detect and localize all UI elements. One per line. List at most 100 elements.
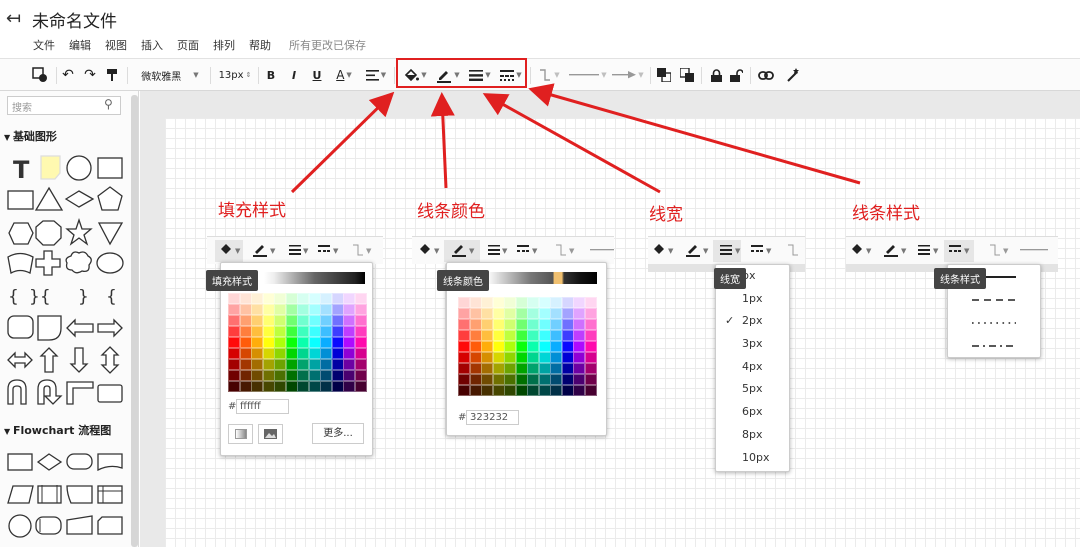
color-swatch[interactable] <box>527 341 539 352</box>
line-hex-input[interactable]: 323232 <box>466 410 519 425</box>
color-swatch[interactable] <box>285 370 298 381</box>
color-swatch[interactable] <box>527 352 539 363</box>
color-swatch[interactable] <box>515 374 528 385</box>
width-option-6px[interactable]: 6px <box>716 401 789 424</box>
width-option-2px[interactable]: ✓ 2px <box>716 310 789 333</box>
color-swatch[interactable] <box>481 330 493 341</box>
color-swatch[interactable] <box>527 385 539 396</box>
color-swatch[interactable] <box>573 330 585 341</box>
color-swatch[interactable] <box>343 359 355 370</box>
color-swatch[interactable] <box>584 297 597 308</box>
color-swatch[interactable] <box>573 363 585 374</box>
color-swatch[interactable] <box>458 330 470 341</box>
color-swatch[interactable] <box>469 330 482 341</box>
color-swatch[interactable] <box>343 337 355 348</box>
color-swatch[interactable] <box>584 341 597 352</box>
color-swatch[interactable] <box>515 319 528 330</box>
color-swatch[interactable] <box>320 348 332 359</box>
color-swatch[interactable] <box>469 374 482 385</box>
color-swatch[interactable] <box>354 293 367 304</box>
color-swatch[interactable] <box>343 315 355 326</box>
color-swatch[interactable] <box>584 374 597 385</box>
color-swatch[interactable] <box>331 326 344 337</box>
color-swatch[interactable] <box>538 385 551 396</box>
color-swatch[interactable] <box>561 308 574 319</box>
color-swatch[interactable] <box>285 381 298 392</box>
color-swatch[interactable] <box>550 352 562 363</box>
width-option-3px[interactable]: 3px <box>716 333 789 356</box>
color-swatch[interactable] <box>504 341 516 352</box>
image-fill-button[interactable] <box>258 424 283 444</box>
color-swatch[interactable] <box>458 297 470 308</box>
color-swatch[interactable] <box>331 304 344 315</box>
color-swatch[interactable] <box>458 308 470 319</box>
color-swatch[interactable] <box>492 374 505 385</box>
color-swatch[interactable] <box>297 348 309 359</box>
color-swatch[interactable] <box>343 304 355 315</box>
color-swatch[interactable] <box>320 370 332 381</box>
color-swatch[interactable] <box>274 315 286 326</box>
color-swatch[interactable] <box>343 293 355 304</box>
color-swatch[interactable] <box>561 341 574 352</box>
color-swatch[interactable] <box>331 359 344 370</box>
color-swatch[interactable] <box>561 319 574 330</box>
color-swatch[interactable] <box>308 304 321 315</box>
color-swatch[interactable] <box>584 363 597 374</box>
color-swatch[interactable] <box>331 348 344 359</box>
color-swatch[interactable] <box>527 330 539 341</box>
width-option-10px[interactable]: 10px <box>716 447 789 470</box>
color-swatch[interactable] <box>228 359 240 370</box>
color-swatch[interactable] <box>492 319 505 330</box>
color-swatch[interactable] <box>274 293 286 304</box>
color-swatch[interactable] <box>297 337 309 348</box>
color-swatch[interactable] <box>274 359 286 370</box>
color-swatch[interactable] <box>239 326 252 337</box>
color-swatch[interactable] <box>527 319 539 330</box>
color-swatch[interactable] <box>331 293 344 304</box>
more-fill-button[interactable]: 更多... <box>312 423 364 444</box>
fill-hex-input[interactable]: ffffff <box>236 399 289 414</box>
color-swatch[interactable] <box>481 297 493 308</box>
color-swatch[interactable] <box>504 319 516 330</box>
color-swatch[interactable] <box>228 370 240 381</box>
color-swatch[interactable] <box>343 326 355 337</box>
color-swatch[interactable] <box>228 315 240 326</box>
color-swatch[interactable] <box>228 326 240 337</box>
color-swatch[interactable] <box>239 381 252 392</box>
color-swatch[interactable] <box>573 319 585 330</box>
color-swatch[interactable] <box>458 374 470 385</box>
color-swatch[interactable] <box>515 308 528 319</box>
color-swatch[interactable] <box>354 304 367 315</box>
color-swatch[interactable] <box>320 315 332 326</box>
color-swatch[interactable] <box>354 381 367 392</box>
color-swatch[interactable] <box>251 304 263 315</box>
color-swatch[interactable] <box>262 293 275 304</box>
color-swatch[interactable] <box>515 341 528 352</box>
color-swatch[interactable] <box>274 370 286 381</box>
color-swatch[interactable] <box>504 352 516 363</box>
color-swatch[interactable] <box>320 381 332 392</box>
color-swatch[interactable] <box>492 363 505 374</box>
color-swatch[interactable] <box>251 326 263 337</box>
color-swatch[interactable] <box>308 370 321 381</box>
color-swatch[interactable] <box>573 352 585 363</box>
color-swatch[interactable] <box>308 315 321 326</box>
color-swatch[interactable] <box>262 326 275 337</box>
color-swatch[interactable] <box>481 385 493 396</box>
color-swatch[interactable] <box>561 374 574 385</box>
color-swatch[interactable] <box>354 359 367 370</box>
color-swatch[interactable] <box>285 337 298 348</box>
color-swatch[interactable] <box>354 370 367 381</box>
style-option-dash-dot[interactable] <box>948 335 1040 358</box>
color-swatch[interactable] <box>538 330 551 341</box>
gradient-button[interactable] <box>228 424 253 444</box>
color-swatch[interactable] <box>492 385 505 396</box>
color-swatch[interactable] <box>492 341 505 352</box>
color-swatch[interactable] <box>538 341 551 352</box>
color-swatch[interactable] <box>297 326 309 337</box>
color-swatch[interactable] <box>297 381 309 392</box>
width-option-5px[interactable]: 5px <box>716 378 789 401</box>
color-swatch[interactable] <box>504 330 516 341</box>
color-swatch[interactable] <box>515 330 528 341</box>
color-swatch[interactable] <box>239 304 252 315</box>
